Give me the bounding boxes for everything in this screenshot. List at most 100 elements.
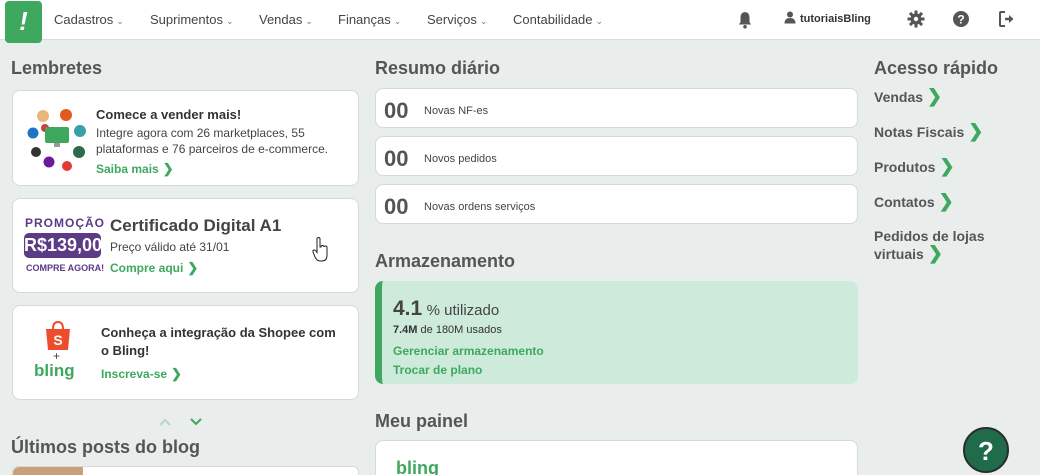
username-label: tutoriaisBling — [800, 13, 871, 25]
certificado-title: Certificado Digital A1 — [110, 216, 282, 235]
logout-icon[interactable] — [998, 10, 1016, 28]
blog-title: Últimos posts do blog — [11, 437, 200, 457]
counter-nfes[interactable]: 00 Novas NF-es — [375, 88, 858, 128]
quick-link-pedidos-lojas[interactable]: Pedidos de lojas virtuais ❯ — [874, 228, 984, 263]
quick-link-notas-fiscais[interactable]: Notas Fiscais ❯ — [874, 121, 984, 141]
counter-pedidos[interactable]: 00 Novos pedidos — [375, 136, 858, 176]
bell-icon[interactable] — [736, 11, 754, 29]
nav-financas-label: Finanças — [338, 12, 391, 27]
storage-usage: 4.1 % utilizado — [393, 297, 499, 321]
shopee-bag-icon: S — [46, 321, 70, 350]
nav-cadastros-label: Cadastros — [54, 12, 114, 27]
chevron-down-icon[interactable] — [189, 417, 203, 427]
promo-label: PROMOÇÃO — [25, 216, 105, 230]
chevron-right-icon: ❯ — [939, 156, 955, 176]
counter-ordens-value: 00 — [384, 194, 409, 219]
help-icon[interactable]: ? — [952, 10, 970, 28]
marketplaces-illustration-icon — [27, 109, 86, 171]
nav-servicos[interactable]: Serviços ⌄ — [427, 12, 487, 27]
saiba-mais-label: Saiba mais — [96, 162, 159, 176]
counter-pedidos-label: Novos pedidos — [424, 153, 497, 165]
reminders-title: Lembretes — [11, 58, 103, 78]
chevron-right-icon: ❯ — [187, 260, 199, 275]
chevron-right-icon: ❯ — [927, 86, 943, 106]
nav-suprimentos[interactable]: Suprimentos ⌄ — [150, 12, 234, 27]
chevron-down-icon: ⌄ — [479, 16, 488, 26]
panel-bling-brand: bling — [396, 458, 439, 475]
gear-icon[interactable] — [907, 10, 925, 28]
help-floating-button[interactable]: ? — [963, 427, 1009, 473]
storage-percent-suffix: % utilizado — [426, 302, 500, 319]
nav-financas[interactable]: Finanças ⌄ — [338, 12, 401, 27]
counter-nfes-label: Novas NF-es — [424, 105, 489, 117]
chevron-right-icon: ❯ — [927, 243, 943, 263]
saiba-mais-link[interactable]: Saiba mais ❯ — [96, 161, 174, 177]
storage-used: 7.4M de 180M usados — [393, 324, 502, 336]
quick-link-pedidos-label-line1: Pedidos de lojas — [874, 228, 985, 244]
quick-link-vendas-label: Vendas — [874, 89, 924, 105]
chevron-down-icon: ⌄ — [595, 16, 604, 26]
manage-storage-link[interactable]: Gerenciar armazenamento — [393, 344, 544, 358]
shopee-card-title: Conheça a integração da Shopee com o Bli… — [101, 325, 336, 358]
user-menu[interactable]: tutoriaisBling — [784, 11, 871, 25]
chevron-down-icon: ⌄ — [393, 16, 402, 26]
quick-link-contatos[interactable]: Contatos ❯ — [874, 191, 954, 211]
marketplaces-card-text: Integre agora com 26 marketplaces, 55 pl… — [96, 126, 329, 156]
bling-logo[interactable]: ! — [5, 1, 42, 43]
counter-nfes-value: 00 — [384, 98, 409, 123]
compre-aqui-label: Compre aqui — [110, 261, 184, 275]
chevron-down-icon: ⌄ — [116, 16, 124, 26]
chevron-right-icon: ❯ — [968, 121, 984, 141]
change-plan-link[interactable]: Trocar de plano — [393, 363, 482, 377]
nav-contabilidade[interactable]: Contabilidade ⌄ — [513, 12, 603, 27]
chevron-right-icon: ❯ — [162, 161, 174, 176]
nav-vendas-label: Vendas — [259, 12, 303, 27]
daily-summary-title: Resumo diário — [375, 58, 501, 78]
nav-contabilidade-label: Contabilidade — [513, 12, 593, 27]
inscreva-se-link[interactable]: Inscreva-se ❯ — [101, 366, 182, 382]
quick-access-title: Acesso rápido — [874, 58, 999, 78]
chevron-right-icon: ❯ — [171, 366, 182, 381]
chevron-down-icon: ⌄ — [305, 16, 313, 26]
svg-text:?: ? — [957, 13, 964, 27]
reminder-card-shopee: S + bling Conheça a integração da Shopee… — [12, 305, 359, 400]
blog-post-card[interactable] — [12, 466, 359, 475]
chevron-up-icon[interactable] — [158, 417, 172, 427]
reminder-card-marketplaces: Comece a vender mais! Integre agora com … — [12, 90, 359, 186]
quick-link-produtos-label: Produtos — [874, 159, 936, 175]
compre-aqui-link[interactable]: Compre aqui ❯ — [110, 260, 198, 276]
promo-price-badge: R$139,00 — [24, 233, 102, 258]
chevron-right-icon: ❯ — [938, 191, 954, 211]
storage-percent: 4.1 — [393, 297, 423, 320]
nav-vendas[interactable]: Vendas ⌄ — [259, 12, 313, 27]
svg-text:S: S — [53, 332, 62, 348]
certificado-validity: Preço válido até 31/01 — [110, 240, 230, 254]
quick-link-produtos[interactable]: Produtos ❯ — [874, 156, 955, 176]
storage-title: Armazenamento — [375, 251, 516, 271]
top-navigation-bar: ! Cadastros ⌄ Suprimentos ⌄ Vendas ⌄ Finanç… — [0, 0, 1040, 43]
my-panel-card: bling — [375, 440, 858, 475]
chevron-down-icon: ⌄ — [225, 16, 234, 26]
quick-link-vendas[interactable]: Vendas ❯ — [874, 86, 943, 106]
storage-panel: 4.1 % utilizado 7.4M de 180M usados Gere… — [375, 281, 858, 384]
my-panel-title: Meu painel — [375, 411, 469, 431]
counter-pedidos-value: 00 — [384, 146, 409, 171]
counter-ordens[interactable]: 00 Novas ordens serviços — [375, 184, 858, 224]
reminder-card-certificado: PROMOÇÃO R$139,00 COMPRE AGORA! Certific… — [12, 198, 359, 293]
quick-link-notas-label: Notas Fiscais — [874, 124, 965, 140]
nav-suprimentos-label: Suprimentos — [150, 12, 223, 27]
buy-now-label: COMPRE AGORA! — [26, 263, 105, 273]
storage-used-suffix: de 180M usados — [420, 324, 502, 336]
counter-ordens-label: Novas ordens serviços — [424, 201, 536, 213]
blog-post-thumbnail — [13, 467, 83, 475]
bling-brand-text: bling — [34, 361, 75, 380]
quick-link-contatos-label: Contatos — [874, 194, 935, 210]
nav-cadastros[interactable]: Cadastros ⌄ — [54, 12, 124, 27]
storage-used-value: 7.4M — [393, 324, 418, 336]
nav-servicos-label: Serviços — [427, 12, 477, 27]
marketplaces-card-title: Comece a vender mais! — [96, 107, 242, 122]
hand-cursor-icon — [312, 237, 328, 262]
quick-link-pedidos-label-line2: virtuais — [874, 246, 924, 262]
inscreva-se-label: Inscreva-se — [101, 367, 168, 381]
user-icon — [784, 11, 796, 24]
